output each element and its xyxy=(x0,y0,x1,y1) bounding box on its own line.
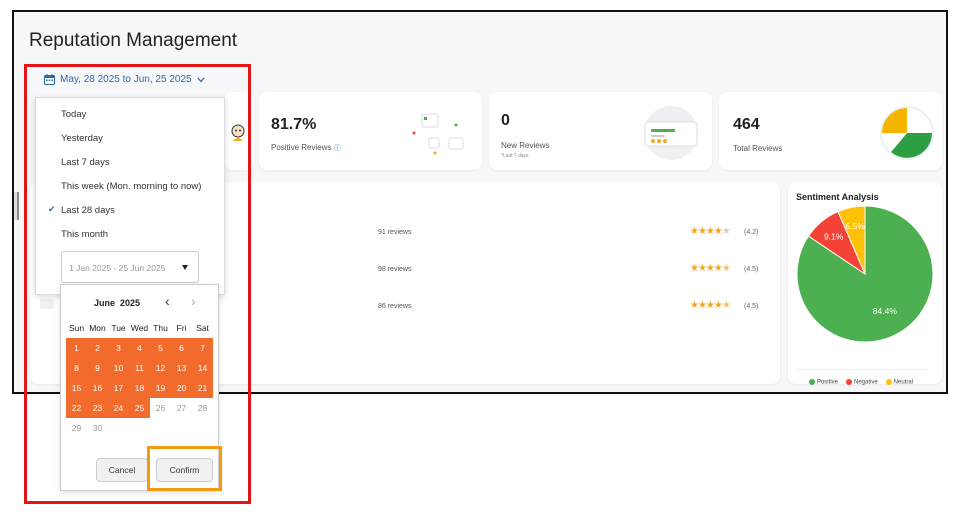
star-rating: ★★★★★ xyxy=(690,226,731,237)
total-reviews-value: 464 xyxy=(733,116,760,133)
weekday-header: Thu xyxy=(153,323,168,333)
rating-value: (4.5) xyxy=(744,303,759,310)
calendar-day[interactable]: 4 xyxy=(129,338,150,358)
legend-item-positive: Positive xyxy=(808,379,838,386)
sentiment-card: Sentiment Analysis 84.4% 9.1% 6.5% Positiv… xyxy=(788,182,942,386)
calendar-day[interactable]: 7 xyxy=(192,338,213,358)
calendar-day[interactable]: 9 xyxy=(87,358,108,378)
new-reviews-value: 0 xyxy=(501,112,510,129)
calendar-day[interactable]: 21 xyxy=(192,378,213,398)
rating-value: (4.2) xyxy=(744,229,759,236)
custom-range-select[interactable]: 1 Jan 2025 - 25 Jun 2025 xyxy=(61,251,199,283)
calendar-day[interactable]: 3 xyxy=(108,338,129,358)
sidebar-collapse-handle[interactable] xyxy=(14,192,19,220)
legend-item-negative: Negative xyxy=(845,379,878,386)
calendar-icon xyxy=(44,74,55,85)
review-count: 86 reviews xyxy=(378,303,412,310)
weekday-header: Mon xyxy=(89,323,106,333)
calendar-day[interactable]: 14 xyxy=(192,358,213,378)
calendar-day[interactable]: 27 xyxy=(171,398,192,418)
calendar-day[interactable]: 13 xyxy=(171,358,192,378)
calendar-day[interactable]: 20 xyxy=(171,378,192,398)
calendar-day[interactable]: 19 xyxy=(150,378,171,398)
weekday-header: Sun xyxy=(68,323,85,333)
positive-reviews-card: 81.7% Positive Reviews ⓘ xyxy=(259,92,482,170)
sentiment-title: Sentiment Analysis xyxy=(796,192,879,202)
calendar-grid: Sun Mon Tue Wed Thu Fri Sat 1 2 3 4 5 6 7 8 9 10 11 12 13 14… xyxy=(66,318,213,438)
calendar-day[interactable]: 25 xyxy=(129,398,150,418)
calendar-day[interactable]: 23 xyxy=(87,398,108,418)
review-count: 98 reviews xyxy=(378,266,412,273)
calendar-day[interactable]: 6 xyxy=(171,338,192,358)
star-rating: ★★★★★ xyxy=(690,300,731,311)
review-card-illustration-icon xyxy=(644,106,698,160)
pie-label-negative: 9.1% xyxy=(824,231,844,241)
calendar-day[interactable]: 11 xyxy=(129,358,150,378)
pie-label-neutral: 6.5% xyxy=(845,221,865,231)
page-title: Reputation Management xyxy=(29,30,238,51)
confirm-button[interactable]: Confirm xyxy=(156,458,213,482)
calendar-day[interactable]: 10 xyxy=(108,358,129,378)
check-icon: ✔ xyxy=(48,204,56,214)
calendar-day[interactable]: 1 xyxy=(66,338,87,358)
rating-value: (4.5) xyxy=(744,266,759,273)
total-reviews-chart-icon xyxy=(880,106,934,160)
avatar-icon xyxy=(231,124,245,141)
star-rating: ★★★★★ xyxy=(690,263,731,274)
calendar-day[interactable]: 29 xyxy=(66,418,87,438)
calendar-day[interactable]: 28 xyxy=(192,398,213,418)
date-range-label: May, 28 2025 to Jun, 25 2025 xyxy=(60,74,192,85)
calendar-day[interactable]: 16 xyxy=(87,378,108,398)
review-source-logo xyxy=(40,299,54,309)
weekday-header: Wed xyxy=(130,323,149,333)
calendar-day[interactable]: 18 xyxy=(129,378,150,398)
sentiment-legend: Positive Negative Neutral xyxy=(796,369,926,386)
chevron-left-icon[interactable]: ‹ xyxy=(165,293,170,309)
date-range-toggle[interactable]: May, 28 2025 to Jun, 25 2025 xyxy=(44,74,205,85)
weekday-header: Tue xyxy=(111,323,126,333)
preset-this-month[interactable]: This month xyxy=(61,229,108,240)
legend-item-neutral: Neutral xyxy=(885,379,913,386)
chevron-down-icon xyxy=(197,77,205,82)
total-reviews-card: 464 Total Reviews xyxy=(719,92,942,170)
chevron-right-icon[interactable]: › xyxy=(191,293,196,309)
info-icon[interactable]: ⓘ xyxy=(334,145,341,152)
calendar-day[interactable]: 15 xyxy=(66,378,87,398)
sentiment-pie-chart: 84.4% 9.1%6.5% xyxy=(796,206,934,343)
calendar-day[interactable]: 22 xyxy=(66,398,87,418)
weekday-header: Sat xyxy=(196,323,209,333)
calendar-popup: June 2025 ‹ › Sun Mon Tue Wed Thu Fri Sat 1 2 3 4 5… xyxy=(60,284,219,491)
calendar-day[interactable]: 30 xyxy=(87,418,108,438)
preset-today[interactable]: Today xyxy=(61,109,86,120)
calendar-day[interactable]: 26 xyxy=(150,398,171,418)
preset-yesterday[interactable]: Yesterday xyxy=(61,133,103,144)
calendar-month-label: June 2025 xyxy=(94,298,141,308)
new-reviews-label: New Reviews xyxy=(501,141,550,150)
calendar-day[interactable]: 24 xyxy=(108,398,129,418)
calendar-day[interactable]: 12 xyxy=(150,358,171,378)
total-reviews-label: Total Reviews xyxy=(733,144,783,153)
new-reviews-subtitle: *Last 7 days xyxy=(501,153,529,159)
new-reviews-card: 0 New Reviews *Last 7 days xyxy=(489,92,712,170)
caret-down-icon xyxy=(182,265,188,270)
preset-last-7-days[interactable]: Last 7 days xyxy=(61,157,110,168)
calendar-day[interactable]: 8 xyxy=(66,358,87,378)
preset-this-week[interactable]: This week (Mon. morning to now) xyxy=(61,181,201,192)
preset-last-28-days[interactable]: Last 28 days xyxy=(61,205,115,216)
weekday-header: Fri xyxy=(176,323,187,333)
profile-card xyxy=(224,92,254,170)
positive-reviews-value: 81.7% xyxy=(271,116,317,133)
pie-label-positive: 84.4% xyxy=(873,306,898,316)
calendar-day[interactable]: 2 xyxy=(87,338,108,358)
positive-reviews-label: Positive Reviews ⓘ xyxy=(271,143,341,152)
custom-range-placeholder: 1 Jan 2025 - 25 Jun 2025 xyxy=(69,263,166,273)
date-preset-dropdown: ✔ Today Yesterday Last 7 days This week … xyxy=(35,97,225,295)
calendar-day[interactable]: 17 xyxy=(108,378,129,398)
calendar-day[interactable]: 5 xyxy=(150,338,171,358)
reviews-illustration-icon xyxy=(412,113,464,155)
cancel-button[interactable]: Cancel xyxy=(96,458,148,482)
review-count: 91 reviews xyxy=(378,229,412,236)
